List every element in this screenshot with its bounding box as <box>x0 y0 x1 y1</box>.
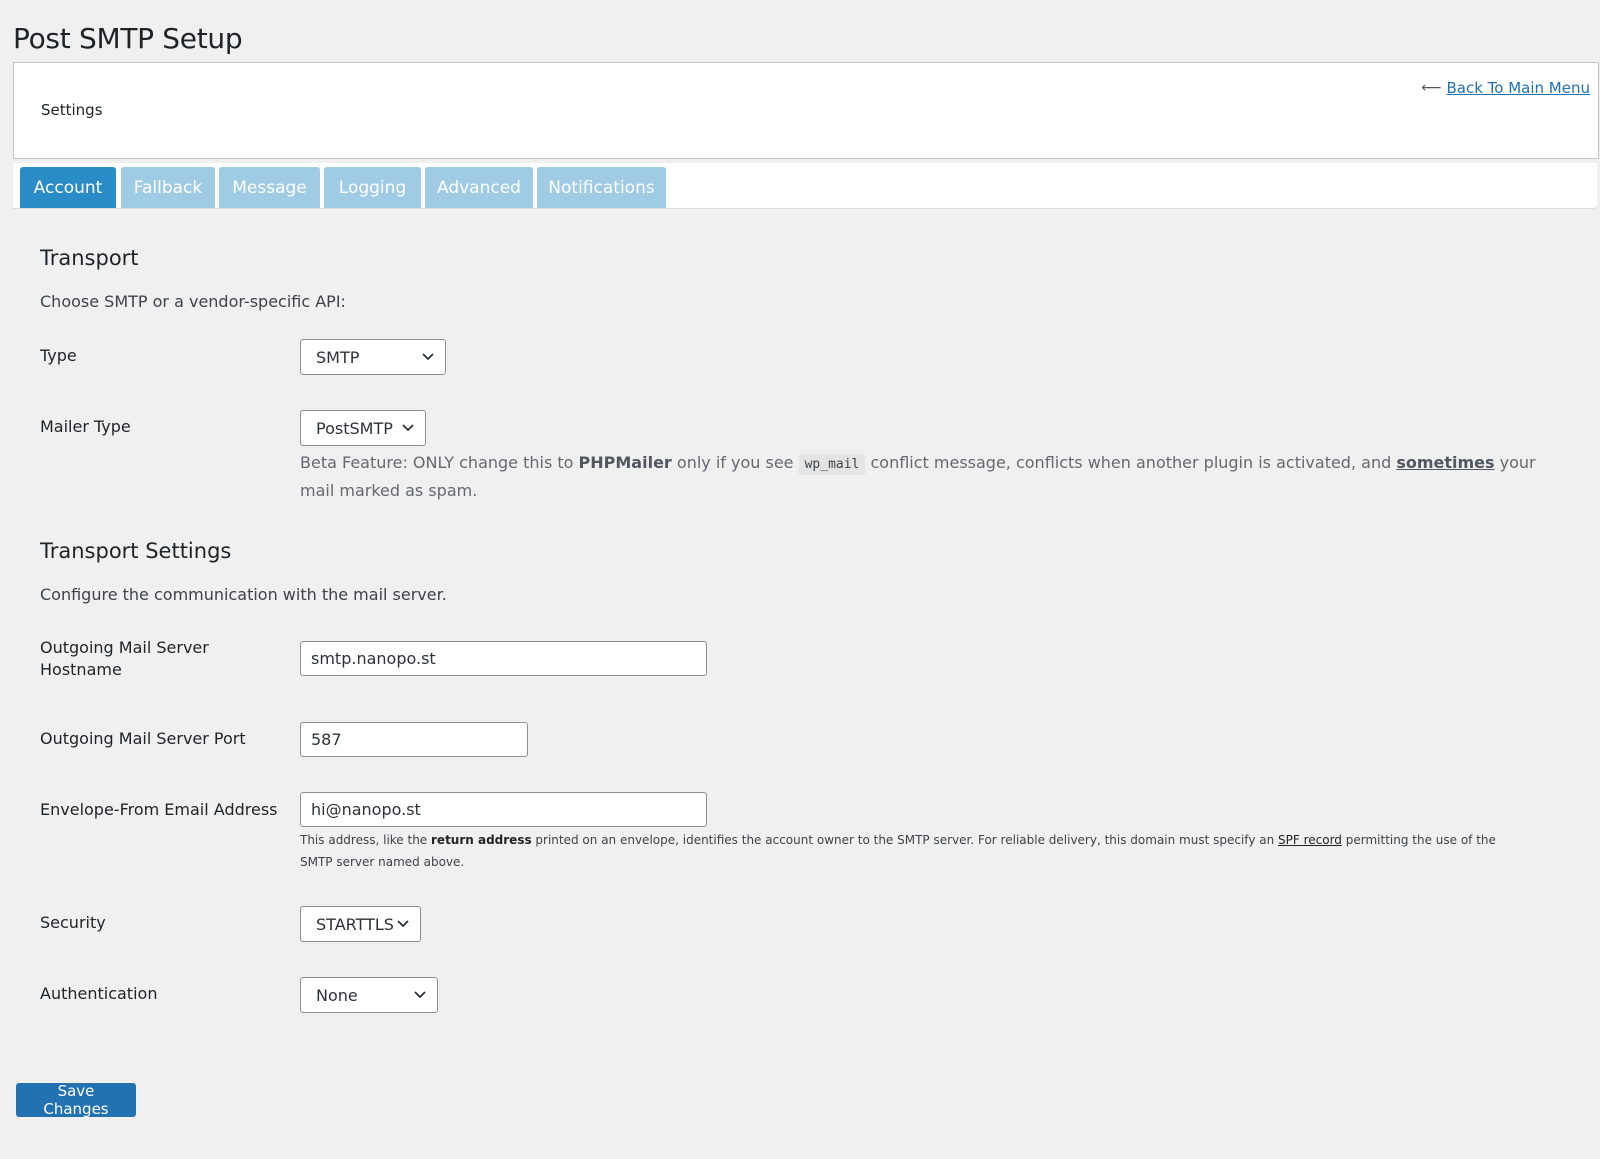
type-select-value: SMTP <box>316 347 360 367</box>
chevron-down-icon <box>397 920 409 928</box>
save-changes-button[interactable]: Save Changes <box>16 1082 136 1118</box>
envelope-from-help: This address, like the return address pr… <box>300 833 1496 869</box>
security-label: Security <box>40 913 106 932</box>
back-to-main-menu-link[interactable]: ⟵ Back To Main Menu <box>1421 79 1590 97</box>
spf-record-link[interactable]: SPF record <box>1278 833 1342 847</box>
phpmailer-text: PHPMailer <box>578 453 672 472</box>
arrow-left-icon: ⟵ <box>1421 80 1442 96</box>
tab-message[interactable]: Message <box>219 167 320 208</box>
type-select[interactable]: SMTP <box>300 339 446 375</box>
transport-description: Choose SMTP or a vendor-specific API: <box>40 292 346 311</box>
chevron-down-icon <box>402 424 414 432</box>
tab-bar: Account Fallback Message Logging Advance… <box>13 163 1597 209</box>
authentication-label: Authentication <box>40 984 158 1003</box>
authentication-select-value: None <box>316 985 358 1005</box>
mailer-type-label: Mailer Type <box>40 417 131 436</box>
port-input[interactable]: 587 <box>300 722 528 757</box>
chevron-down-icon <box>414 991 426 999</box>
authentication-select[interactable]: None <box>300 977 438 1013</box>
transport-settings-heading: Transport Settings <box>40 539 232 563</box>
type-label: Type <box>40 346 77 365</box>
hostname-label: Outgoing Mail Server Hostname <box>40 638 209 679</box>
mailer-type-select-value: PostSMTP <box>316 418 393 438</box>
tab-logging[interactable]: Logging <box>324 167 421 208</box>
envelope-from-label: Envelope-From Email Address <box>40 800 278 819</box>
tab-notifications[interactable]: Notifications <box>537 167 666 208</box>
tab-account[interactable]: Account <box>20 167 116 208</box>
page-title: Post SMTP Setup <box>13 22 243 55</box>
chevron-down-icon <box>422 353 434 361</box>
port-label: Outgoing Mail Server Port <box>40 729 246 748</box>
sometimes-text: sometimes <box>1396 453 1495 472</box>
mailer-type-help: Beta Feature: ONLY change this to PHPMai… <box>300 453 1536 500</box>
settings-label: Settings <box>41 101 103 119</box>
security-select-value: STARTTLS <box>316 914 394 934</box>
envelope-from-input[interactable]: hi@nanopo.st <box>300 792 707 827</box>
tab-fallback[interactable]: Fallback <box>121 167 215 208</box>
transport-heading: Transport <box>40 246 139 270</box>
transport-settings-description: Configure the communication with the mai… <box>40 585 447 604</box>
security-select[interactable]: STARTTLS <box>300 906 421 942</box>
hostname-input[interactable]: smtp.nanopo.st <box>300 641 707 676</box>
return-address-text: return address <box>431 833 532 847</box>
mailer-type-select[interactable]: PostSMTP <box>300 410 426 446</box>
back-link-label: Back To Main Menu <box>1446 79 1590 97</box>
settings-header-box: Settings ⟵ Back To Main Menu <box>13 62 1599 159</box>
wp-mail-code: wp_mail <box>798 454 866 475</box>
tab-advanced[interactable]: Advanced <box>425 167 533 208</box>
